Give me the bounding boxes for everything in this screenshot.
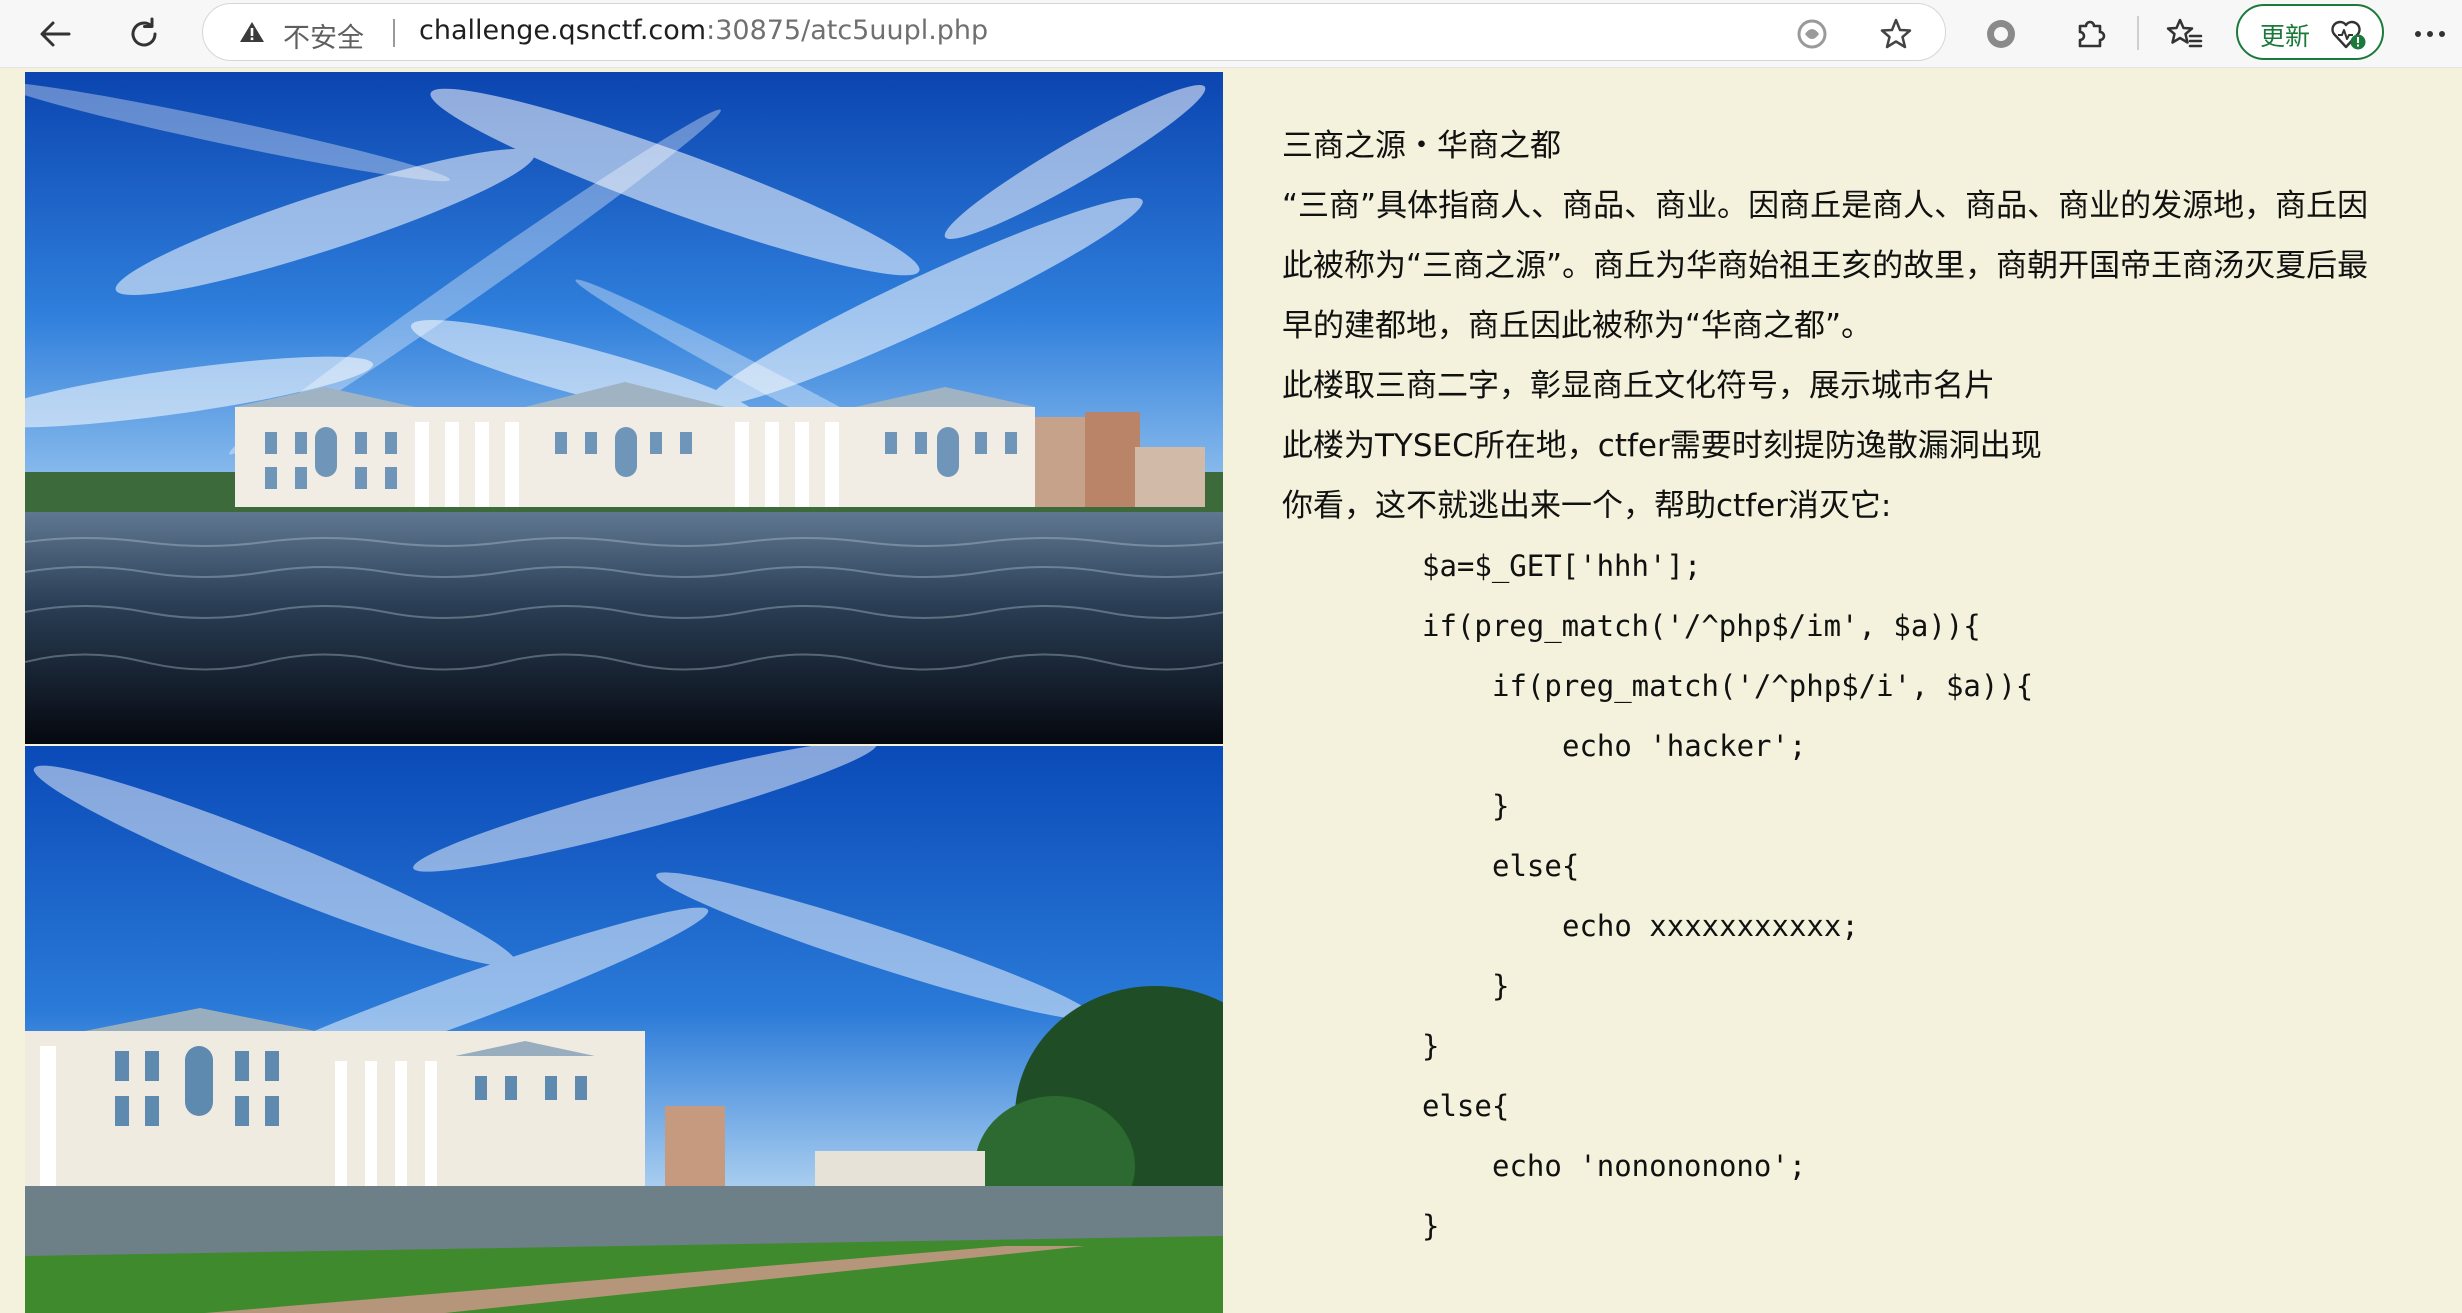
php-code-block: $a=$_GET['hhh']; if(preg_match('/^php$/i…	[1282, 536, 2457, 1256]
address-separator	[393, 19, 395, 47]
update-label: 更新	[2260, 22, 2311, 51]
browser-toolbar: 不安全 challenge.qsnctf.com:30875/atc5uupl.…	[0, 0, 2462, 68]
code-line: }	[1492, 969, 1510, 1003]
url-host: challenge.qsnctf.com	[419, 15, 707, 46]
warning-triangle-icon[interactable]	[239, 20, 265, 44]
favorites-icon	[2166, 18, 2203, 48]
puzzle-icon	[2078, 20, 2106, 48]
code-line: if(preg_match('/^php$/im', $a)){	[1422, 609, 1981, 643]
refresh-icon	[131, 17, 157, 47]
code-line: if(preg_match('/^php$/i', $a)){	[1492, 669, 2034, 703]
article: 三商之源・华商之都 “三商”具体指商人、商品、商业。因商丘是商人、商品、商业的发…	[1282, 116, 2457, 1256]
update-button[interactable]: 更新	[2236, 4, 2384, 60]
paragraph-line: “三商”具体指商人、商品、商业。因商丘是商人、商品、商业的发源地，商丘因	[1282, 188, 2369, 224]
code-line: echo xxxxxxxxxxx;	[1562, 909, 1859, 943]
code-line: $a=$_GET['hhh'];	[1422, 549, 1702, 583]
code-line: }	[1422, 1209, 1440, 1243]
star-icon[interactable]	[1879, 17, 1913, 51]
favorites-button[interactable]	[2160, 9, 2210, 59]
paragraph-line: 此被称为“三商之源”。商丘为华商始祖王亥的故里，商朝开国帝王商汤灭夏后最	[1282, 248, 2369, 284]
read-aloud-icon[interactable]	[1795, 17, 1829, 51]
code-line: echo 'hacker';	[1562, 729, 1807, 763]
security-status-label[interactable]: 不安全	[283, 16, 364, 55]
building-photo-top	[25, 72, 1223, 744]
paragraph-line: 你看，这不就逃出来一个，帮助ctfer消灭它:	[1282, 488, 1892, 524]
refresh-button[interactable]	[119, 9, 169, 59]
paragraph-line: 此楼为TYSEC所在地，ctfer需要时刻提防逸散漏洞出现	[1282, 428, 2042, 464]
back-arrow-icon	[40, 21, 71, 47]
toolbar-divider	[2137, 16, 2139, 50]
code-line: }	[1492, 789, 1510, 823]
more-icon	[2415, 31, 2445, 37]
heart-update-icon	[2331, 20, 2366, 50]
building-photo-bottom-image	[25, 746, 1223, 1313]
address-bar[interactable]: 不安全 challenge.qsnctf.com:30875/atc5uupl.…	[202, 3, 1946, 61]
browser-essentials-button[interactable]	[1976, 9, 2026, 59]
paragraph-line: 早的建都地，商丘因此被称为“华商之都”。	[1282, 308, 1873, 344]
code-line: else{	[1422, 1089, 1510, 1123]
back-button[interactable]	[30, 9, 80, 59]
building-photo-bottom	[25, 746, 1223, 1313]
code-line: }	[1422, 1029, 1440, 1063]
page-content: 三商之源・华商之都 “三商”具体指商人、商品、商业。因商丘是商人、商品、商业的发…	[0, 68, 2462, 1313]
url-text[interactable]: challenge.qsnctf.com:30875/atc5uupl.php	[419, 15, 988, 46]
circle-icon	[1987, 20, 2015, 48]
code-line: else{	[1492, 849, 1580, 883]
url-path: :30875/atc5uupl.php	[706, 15, 989, 46]
article-title: 三商之源・华商之都	[1282, 128, 1561, 164]
code-line: echo 'nonononono';	[1492, 1149, 1807, 1183]
building-photo-top-image	[25, 72, 1223, 744]
extensions-button[interactable]	[2066, 9, 2116, 59]
paragraph-line: 此楼取三商二字，彰显商丘文化符号，展示城市名片	[1282, 368, 1995, 404]
more-button[interactable]	[2405, 9, 2455, 59]
